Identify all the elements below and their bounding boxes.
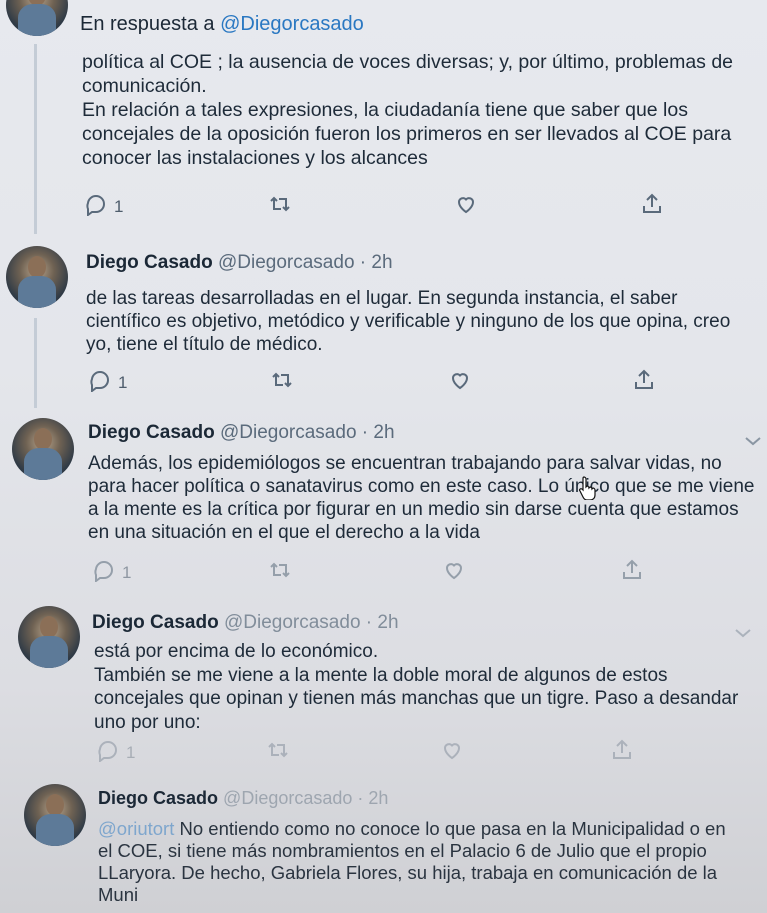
- username[interactable]: @Diegorcasado: [220, 422, 357, 443]
- tweet-header: Diego Casado @Diegorcasado · 2h: [88, 422, 395, 444]
- avatar[interactable]: [12, 418, 74, 480]
- reply-button[interactable]: 1: [88, 368, 127, 397]
- reply-button[interactable]: 1: [84, 192, 123, 221]
- tweet-header: Diego Casado @Diegorcasado · 2h: [98, 788, 388, 809]
- reply-icon: [96, 738, 120, 767]
- tweet-text-content: No entiendo como no conoce lo que pasa e…: [98, 818, 726, 905]
- display-name[interactable]: Diego Casado: [92, 612, 219, 633]
- avatar[interactable]: [6, 246, 68, 308]
- display-name[interactable]: Diego Casado: [98, 788, 218, 808]
- tweet[interactable]: Diego Casado @Diegorcasado · 2h está por…: [0, 600, 767, 780]
- retweet-icon: [266, 738, 290, 767]
- reply-icon: [84, 192, 108, 221]
- like-button[interactable]: [440, 738, 464, 767]
- tweet-actions: 1: [88, 368, 668, 396]
- tweet-actions: 1: [92, 558, 662, 586]
- retweet-button[interactable]: [266, 738, 290, 767]
- heart-icon: [454, 192, 478, 221]
- tweet-text: política al COE ; la ausencia de voces d…: [82, 51, 734, 169]
- tweet-text: @oriutort No entiendo como no conoce lo …: [98, 818, 738, 906]
- timestamp[interactable]: · 2h: [362, 422, 395, 443]
- display-name[interactable]: Diego Casado: [86, 252, 213, 273]
- mention-link[interactable]: @oriutort: [98, 818, 174, 839]
- retweet-icon: [270, 368, 294, 397]
- like-button[interactable]: [448, 368, 472, 397]
- reply-context: En respuesta a @Diegorcasado: [80, 13, 364, 36]
- tweet-text: de las tareas desarrolladas en el lugar.…: [86, 288, 731, 355]
- heart-icon: [442, 558, 466, 587]
- share-button[interactable]: [632, 368, 656, 397]
- reply-prefix: En respuesta a: [80, 13, 215, 35]
- reply-count: 1: [122, 562, 132, 582]
- retweet-icon: [268, 558, 292, 587]
- share-button[interactable]: [610, 738, 634, 767]
- like-button[interactable]: [442, 558, 466, 587]
- tweet-actions: 1: [96, 738, 656, 766]
- avatar[interactable]: [24, 784, 86, 846]
- reply-icon: [92, 558, 116, 587]
- share-icon: [640, 192, 664, 221]
- reply-count: 1: [114, 196, 124, 216]
- reply-icon: [88, 368, 112, 397]
- tweet-text: está por encima de lo económico. También…: [94, 641, 739, 733]
- timestamp[interactable]: · 2h: [366, 612, 399, 633]
- tweet[interactable]: Diego Casado @Diegorcasado · 2h de las t…: [0, 240, 767, 410]
- heart-icon: [440, 738, 464, 767]
- like-button[interactable]: [454, 192, 478, 221]
- tweet[interactable]: Diego Casado @Diegorcasado · 2h Además, …: [0, 410, 767, 600]
- tweet-actions: 1: [84, 192, 684, 220]
- retweet-icon: [268, 192, 292, 221]
- retweet-button[interactable]: [268, 558, 292, 587]
- heart-icon: [448, 368, 472, 397]
- reply-count: 1: [126, 742, 136, 762]
- display-name[interactable]: Diego Casado: [88, 422, 215, 443]
- hand-cursor-icon: [578, 476, 598, 505]
- reply-count: 1: [118, 372, 128, 392]
- share-button[interactable]: [620, 558, 644, 587]
- reply-button[interactable]: 1: [96, 738, 135, 767]
- tweet-header: Diego Casado @Diegorcasado · 2h: [86, 252, 393, 274]
- username[interactable]: @Diegorcasado: [218, 252, 355, 273]
- share-icon: [610, 738, 634, 767]
- timestamp[interactable]: · 2h: [357, 788, 388, 808]
- share-icon: [632, 368, 656, 397]
- chevron-down-icon[interactable]: [744, 434, 762, 452]
- avatar[interactable]: [18, 606, 80, 668]
- share-icon: [620, 558, 644, 587]
- timestamp[interactable]: · 2h: [360, 252, 393, 273]
- tweet-text: Además, los epidemiólogos se encuentran …: [88, 453, 755, 543]
- retweet-button[interactable]: [268, 192, 292, 221]
- tweet-header: Diego Casado @Diegorcasado · 2h: [92, 612, 399, 634]
- retweet-button[interactable]: [270, 368, 294, 397]
- share-button[interactable]: [640, 192, 664, 221]
- username[interactable]: @Diegorcasado: [223, 788, 352, 808]
- reply-button[interactable]: 1: [92, 558, 131, 587]
- username[interactable]: @Diegorcasado: [224, 612, 361, 633]
- mention-link[interactable]: @Diegorcasado: [220, 13, 364, 35]
- tweet[interactable]: En respuesta a @Diegorcasado política al…: [0, 0, 767, 235]
- tweet[interactable]: Diego Casado @Diegorcasado · 2h @oriutor…: [0, 780, 767, 913]
